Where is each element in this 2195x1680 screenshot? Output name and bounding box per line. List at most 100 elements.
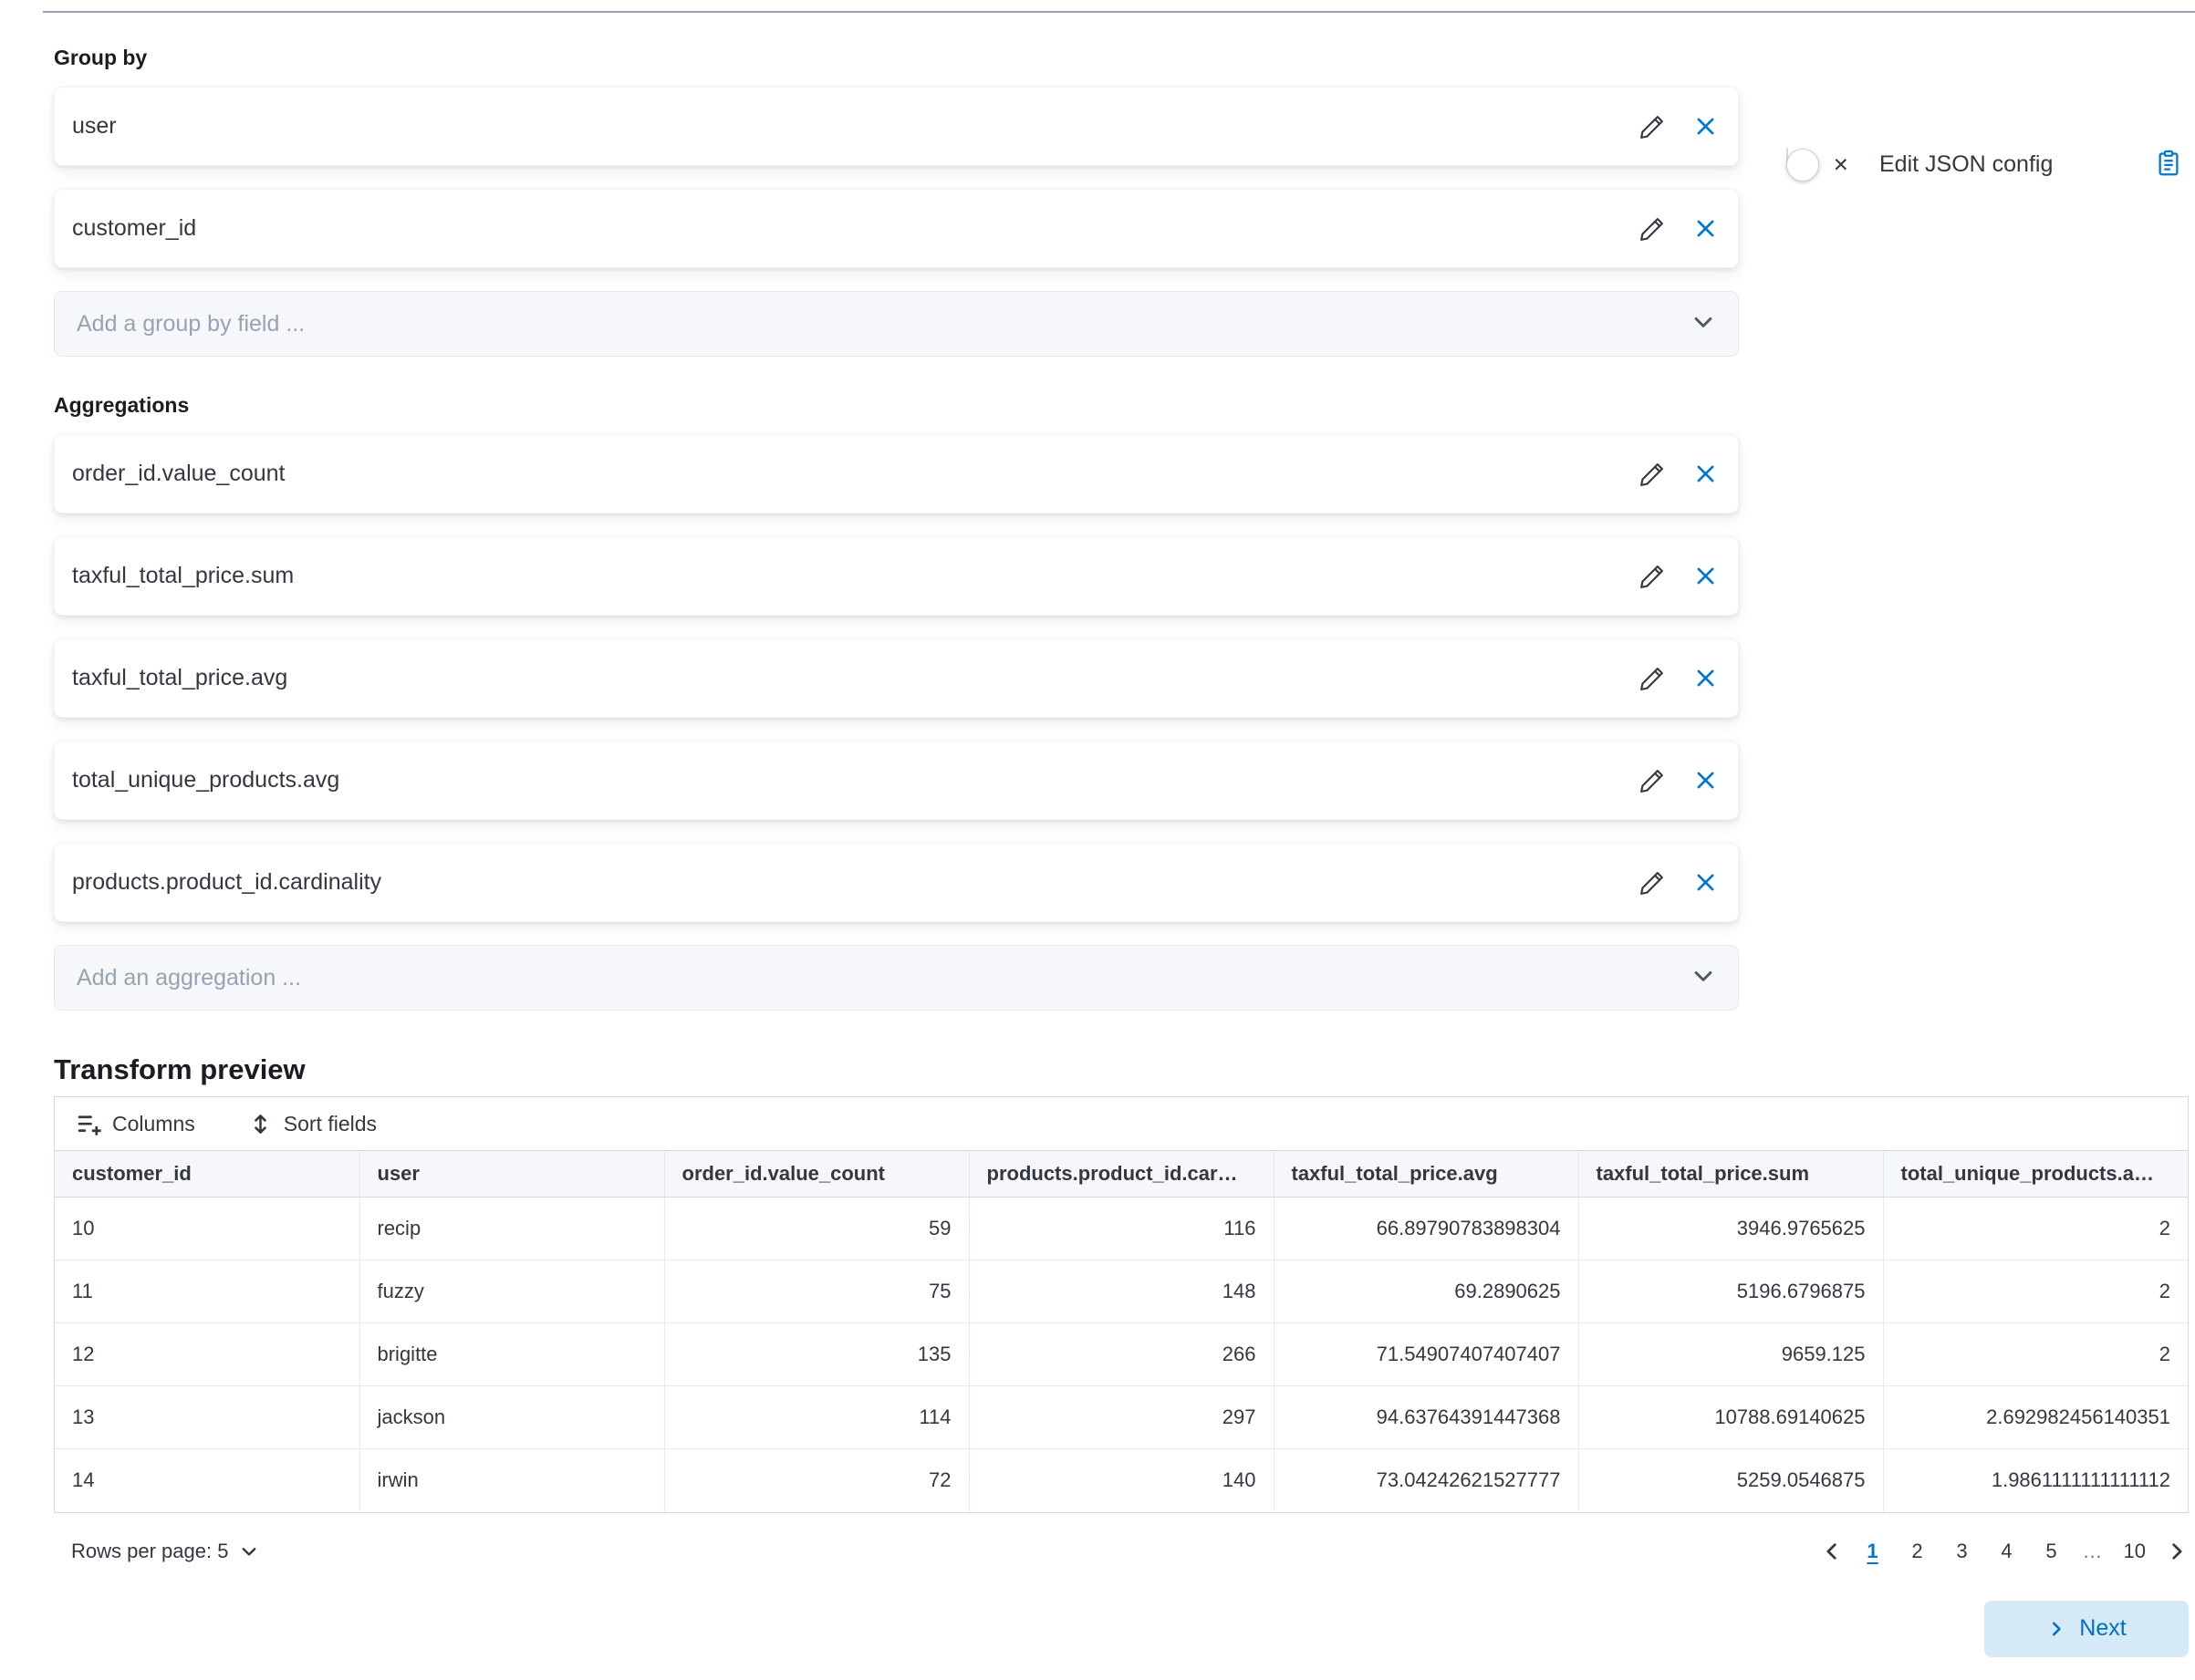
page-button[interactable]: 4 <box>1992 1533 2023 1570</box>
sort-fields-button-label: Sort fields <box>284 1112 377 1136</box>
previous-page-button[interactable] <box>1820 1540 1844 1563</box>
chevron-right-icon <box>2046 1619 2066 1639</box>
remove-icon[interactable] <box>1693 461 1718 486</box>
column-header[interactable]: taxful_total_price.sum <box>1578 1151 1883 1198</box>
next-button-label: Next <box>2079 1615 2126 1642</box>
page-button[interactable]: 3 <box>1947 1533 1978 1570</box>
table-cell: 71.54907407407407 <box>1274 1323 1578 1386</box>
table-cell: 2.692982456140351 <box>1883 1386 2188 1449</box>
remove-icon[interactable] <box>1693 564 1718 588</box>
toggle-off-icon: × <box>1834 151 1848 177</box>
remove-icon[interactable] <box>1693 114 1718 139</box>
table-cell: 73.04242621527777 <box>1274 1449 1578 1512</box>
edit-icon[interactable] <box>1638 461 1666 488</box>
aggregation-item: order_id.value_count <box>54 434 1739 513</box>
columns-icon <box>77 1112 101 1136</box>
table-cell: 297 <box>969 1386 1274 1449</box>
column-header[interactable]: order_id.value_count <box>664 1151 969 1198</box>
page-button[interactable]: 1 <box>1857 1533 1888 1570</box>
group-by-item-label: user <box>72 113 117 140</box>
group-by-item: user <box>54 87 1739 166</box>
edit-icon[interactable] <box>1638 563 1666 590</box>
chevron-down-icon <box>239 1541 259 1561</box>
table-cell: 2 <box>1883 1260 2188 1323</box>
table-cell: 116 <box>969 1198 1274 1260</box>
table-cell: 2 <box>1883 1323 2188 1386</box>
table-row: 13 jackson 114 297 94.63764391447368 107… <box>55 1386 2188 1449</box>
grid-toolbar: Columns Sort fields <box>55 1097 2188 1150</box>
remove-icon[interactable] <box>1693 768 1718 793</box>
table-cell: 114 <box>664 1386 969 1449</box>
table-cell: 66.89790783898304 <box>1274 1198 1578 1260</box>
page-button[interactable]: 2 <box>1902 1533 1933 1570</box>
edit-icon[interactable] <box>1638 665 1666 692</box>
columns-button-label: Columns <box>112 1112 195 1136</box>
table-row: 14 irwin 72 140 73.04242621527777 5259.0… <box>55 1449 2188 1512</box>
edit-json-toggle[interactable]: × <box>1786 149 1856 181</box>
column-header[interactable]: taxful_total_price.avg <box>1274 1151 1578 1198</box>
edit-json-config-label[interactable]: Edit JSON config <box>1879 151 2053 178</box>
columns-button[interactable]: Columns <box>71 1111 201 1137</box>
table-cell: irwin <box>359 1449 664 1512</box>
column-header[interactable]: customer_id <box>55 1151 359 1198</box>
top-divider <box>43 11 2195 13</box>
group-by-item: customer_id <box>54 189 1739 268</box>
table-cell: 140 <box>969 1449 1274 1512</box>
table-cell: 3946.9765625 <box>1578 1198 1883 1260</box>
table-cell: 75 <box>664 1260 969 1323</box>
edit-json-config-control: × Edit JSON config <box>1786 148 2182 181</box>
edit-icon[interactable] <box>1638 767 1666 794</box>
aggregations-label: Aggregations <box>54 393 1739 418</box>
add-group-by-placeholder: Add a group by field ... <box>77 311 305 337</box>
edit-icon[interactable] <box>1638 113 1666 140</box>
column-header[interactable]: user <box>359 1151 664 1198</box>
table-cell: 14 <box>55 1449 359 1512</box>
preview-table: customer_id user order_id.value_count pr… <box>55 1150 2188 1512</box>
table-row: 12 brigitte 135 266 71.54907407407407 96… <box>55 1323 2188 1386</box>
pagination: 1 2 3 4 5 … 10 <box>1820 1533 2189 1570</box>
rows-per-page-label: Rows per page: 5 <box>71 1540 228 1563</box>
table-row: 11 fuzzy 75 148 69.2890625 5196.6796875 … <box>55 1260 2188 1323</box>
column-header[interactable]: products.product_id.car… <box>969 1151 1274 1198</box>
add-aggregation-select[interactable]: Add an aggregation ... <box>54 945 1739 1011</box>
table-cell: 10 <box>55 1198 359 1260</box>
edit-icon[interactable] <box>1638 869 1666 897</box>
remove-icon[interactable] <box>1693 870 1718 895</box>
table-cell: 69.2890625 <box>1274 1260 1578 1323</box>
table-cell: 13 <box>55 1386 359 1449</box>
table-cell: 9659.125 <box>1578 1323 1883 1386</box>
table-cell: 266 <box>969 1323 1274 1386</box>
aggregation-item: taxful_total_price.sum <box>54 536 1739 616</box>
add-group-by-select[interactable]: Add a group by field ... <box>54 291 1739 357</box>
table-cell: recip <box>359 1198 664 1260</box>
table-cell: 12 <box>55 1323 359 1386</box>
remove-icon[interactable] <box>1693 666 1718 690</box>
table-cell: 2 <box>1883 1198 2188 1260</box>
aggregation-item-label: order_id.value_count <box>72 461 286 487</box>
aggregation-item: taxful_total_price.avg <box>54 638 1739 718</box>
page-button[interactable]: 10 <box>2118 1533 2151 1570</box>
table-cell: brigitte <box>359 1323 664 1386</box>
edit-icon[interactable] <box>1638 215 1666 243</box>
table-cell: 11 <box>55 1260 359 1323</box>
remove-icon[interactable] <box>1693 216 1718 241</box>
column-header[interactable]: total_unique_products.a… <box>1883 1151 2188 1198</box>
copy-to-clipboard-button[interactable] <box>2155 148 2182 181</box>
chevron-down-icon <box>1690 309 1716 339</box>
add-aggregation-placeholder: Add an aggregation ... <box>77 965 301 991</box>
sort-fields-button[interactable]: Sort fields <box>243 1111 382 1137</box>
wizard-footer: Next <box>54 1601 2189 1657</box>
page-button[interactable]: 5 <box>2036 1533 2067 1570</box>
table-cell: 5259.0546875 <box>1578 1449 1883 1512</box>
table-cell: jackson <box>359 1386 664 1449</box>
table-cell: 72 <box>664 1449 969 1512</box>
aggregation-item-label: total_unique_products.avg <box>72 767 339 793</box>
aggregation-item-label: taxful_total_price.avg <box>72 665 287 691</box>
group-by-item-label: customer_id <box>72 215 196 242</box>
aggregation-item: total_unique_products.avg <box>54 741 1739 820</box>
next-button[interactable]: Next <box>1984 1601 2189 1657</box>
next-page-button[interactable] <box>2165 1540 2189 1563</box>
table-cell: 59 <box>664 1198 969 1260</box>
rows-per-page-button[interactable]: Rows per page: 5 <box>54 1539 265 1564</box>
clipboard-icon <box>2155 148 2182 179</box>
